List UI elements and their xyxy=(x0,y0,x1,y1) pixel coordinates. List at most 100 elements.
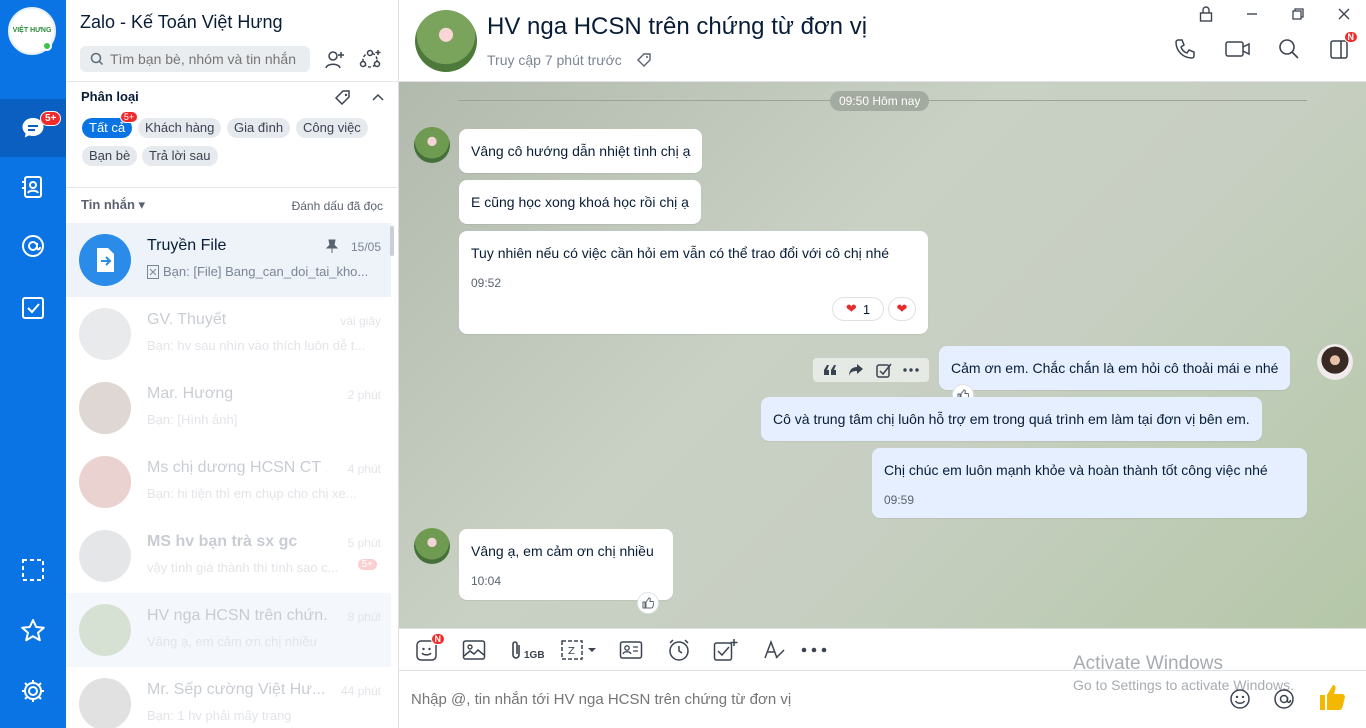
reminder-button[interactable] xyxy=(667,637,691,663)
search-chat-button[interactable] xyxy=(1276,36,1302,62)
video-icon xyxy=(1225,41,1250,57)
sender-avatar[interactable] xyxy=(414,127,450,163)
file-transfer-icon xyxy=(97,248,114,272)
sender-avatar[interactable] xyxy=(414,528,450,564)
tag-icon[interactable] xyxy=(636,52,652,68)
message-bubble[interactable]: Vâng cô hướng dẫn nhiệt tình chị ạ xyxy=(459,129,703,173)
more-icon[interactable] xyxy=(903,368,919,372)
quick-like-icon[interactable] xyxy=(1317,682,1347,712)
message-bubble-sent[interactable]: Chị chúc em luôn mạnh khỏe và hoàn thành… xyxy=(872,448,1307,518)
video-call-button[interactable] xyxy=(1225,36,1251,62)
message-time: 10:04 xyxy=(471,574,502,588)
gear-icon xyxy=(22,680,44,702)
list-scrollbar[interactable] xyxy=(390,226,394,256)
conversation-info-button[interactable]: N xyxy=(1326,31,1358,62)
search-icon xyxy=(1279,39,1299,59)
svg-text:Z: Z xyxy=(568,646,575,657)
sticker-badge: N xyxy=(430,633,445,645)
close-button[interactable] xyxy=(1332,4,1356,24)
voice-call-button[interactable] xyxy=(1172,36,1198,62)
conversation-item[interactable]: Truyền File 15/05 Bạn: [File] Bang_can_d… xyxy=(66,223,391,297)
chip-family[interactable]: Gia đình xyxy=(227,118,291,138)
tag-settings-icon[interactable] xyxy=(334,89,352,107)
message-input[interactable] xyxy=(411,691,1051,708)
conversation-item[interactable]: MS hv bạn trà sx gc 5 phút vậy tính giá … xyxy=(66,519,391,593)
nav-screenshot[interactable] xyxy=(0,541,66,599)
message-text: Tuy nhiên nếu có việc cần hỏi em vẫn có … xyxy=(471,245,890,261)
file-size-label: 1GB xyxy=(524,649,545,661)
emoji-icon[interactable] xyxy=(1229,688,1251,710)
screenshot-button[interactable]: Z xyxy=(560,637,597,663)
message-text: Vâng ạ, em cảm ơn chị nhiều xyxy=(471,543,654,559)
format-text-button[interactable] xyxy=(762,637,786,663)
attach-file-button[interactable]: 1GB xyxy=(509,637,545,663)
messages-filter[interactable]: Tin nhắn ▾ xyxy=(81,197,145,213)
message-text: Chị chúc em luôn mạnh khỏe và hoàn thành… xyxy=(884,462,1268,478)
conversation-item[interactable]: Mar. Hương 2 phút Bạn: [Hình ảnh] xyxy=(66,371,391,445)
search-box[interactable] xyxy=(80,46,310,72)
forward-icon[interactable] xyxy=(848,363,864,377)
search-input[interactable] xyxy=(110,51,305,67)
chat-title: HV nga HCSN trên chứng từ đơn vị xyxy=(487,13,868,40)
quote-icon[interactable] xyxy=(823,364,837,376)
chat-avatar[interactable] xyxy=(415,10,477,72)
chat-panel: HV nga HCSN trên chứng từ đơn vị Truy cậ… xyxy=(399,0,1366,728)
lock-button[interactable] xyxy=(1194,4,1218,24)
conversation-item-active[interactable]: HV nga HCSN trên chứn... 8 phút Vâng ạ, … xyxy=(66,593,391,667)
alarm-clock-icon xyxy=(669,639,689,661)
conversation-avatar xyxy=(79,234,131,286)
nav-mentions[interactable] xyxy=(0,217,66,275)
chip-badge: 5+ xyxy=(119,111,139,123)
chip-customers[interactable]: Khách hàng xyxy=(138,118,222,138)
activate-windows-hint: Go to Settings to activate Windows. xyxy=(1073,677,1294,693)
my-avatar[interactable] xyxy=(1317,344,1353,380)
heart-icon: ❤ xyxy=(896,301,908,316)
message-bubble-sent[interactable]: Cô và trung tâm chị luôn hỗ trợ em trong… xyxy=(761,397,1262,441)
chat-header: HV nga HCSN trên chứng từ đơn vị Truy cậ… xyxy=(399,0,1366,82)
contact-card-button[interactable] xyxy=(619,637,643,663)
collapse-icon[interactable] xyxy=(370,89,386,105)
conversation-item[interactable]: Ms chị dương HCSN CT ... 4 phút Bạn: hi … xyxy=(66,445,391,519)
nav-contacts[interactable] xyxy=(0,158,66,216)
image-icon xyxy=(462,640,486,660)
minimize-button[interactable] xyxy=(1240,4,1264,24)
nav-messages[interactable]: 5+ xyxy=(0,99,66,157)
message-bubble[interactable]: Tuy nhiên nếu có việc cần hỏi em vẫn có … xyxy=(459,231,928,334)
conversation-item[interactable]: GV. Thuyết vài giây Bạn: hv sau nhìn vào… xyxy=(66,297,391,371)
message-bubble-sent[interactable]: Cảm ơn em. Chắc chắn là em hỏi cô thoải … xyxy=(939,346,1291,390)
conversation-item[interactable]: Mr. Sếp cường Việt Hư... 44 phút Bạn: 1 … xyxy=(66,667,391,728)
nav-settings[interactable] xyxy=(0,662,66,720)
chip-work[interactable]: Công việc xyxy=(296,118,368,138)
activate-windows-title: Activate Windows xyxy=(1073,653,1223,674)
mention-icon[interactable] xyxy=(1273,688,1295,710)
conversation-name: Ms chị dương HCSN CT ... xyxy=(147,459,327,476)
category-title: Phân loại xyxy=(81,89,139,104)
sticker-button[interactable]: N xyxy=(415,633,445,663)
like-button[interactable] xyxy=(637,592,659,614)
profile-avatar[interactable]: VIỆT HƯNG xyxy=(8,7,56,55)
unread-badge: 5+ xyxy=(357,559,377,570)
add-friend-button[interactable] xyxy=(321,46,349,74)
image-button[interactable] xyxy=(462,637,486,663)
mark-read-button[interactable]: Đánh dấu đã đọc xyxy=(292,199,383,213)
conversation-panel: Zalo - Kế Toán Việt Hưng Phân loại Tất c… xyxy=(66,0,399,728)
message-bubble[interactable]: Vâng ạ, em cảm ơn chị nhiều 10:04 xyxy=(459,529,673,600)
chip-all[interactable]: Tất cả 5+ xyxy=(82,111,139,138)
chevron-down-icon xyxy=(588,648,596,652)
nav-favorites[interactable] xyxy=(0,602,66,660)
chat-status: Truy cập 7 phút trước xyxy=(487,52,652,68)
restore-button[interactable] xyxy=(1286,4,1310,24)
chip-reply-later[interactable]: Trả lời sau xyxy=(142,146,218,166)
assign-task-button[interactable] xyxy=(713,637,739,663)
message-bubble[interactable]: E cũng học xong khoá học rồi chị ạ xyxy=(459,180,701,224)
add-friend-icon xyxy=(325,51,344,69)
task-icon[interactable] xyxy=(876,362,892,378)
nav-todo[interactable] xyxy=(0,279,66,337)
chip-friends[interactable]: Bạn bè xyxy=(82,146,138,166)
create-group-button[interactable] xyxy=(356,46,384,74)
message-area[interactable]: 09:50 Hôm nay Vâng cô hướng dẫn nhiệt tì… xyxy=(399,82,1366,628)
heart-reaction-button[interactable]: ❤ xyxy=(888,297,916,321)
contact-card-icon xyxy=(619,641,643,659)
more-options-button[interactable] xyxy=(801,637,827,663)
reaction-summary[interactable]: ❤ 1 xyxy=(832,297,884,321)
